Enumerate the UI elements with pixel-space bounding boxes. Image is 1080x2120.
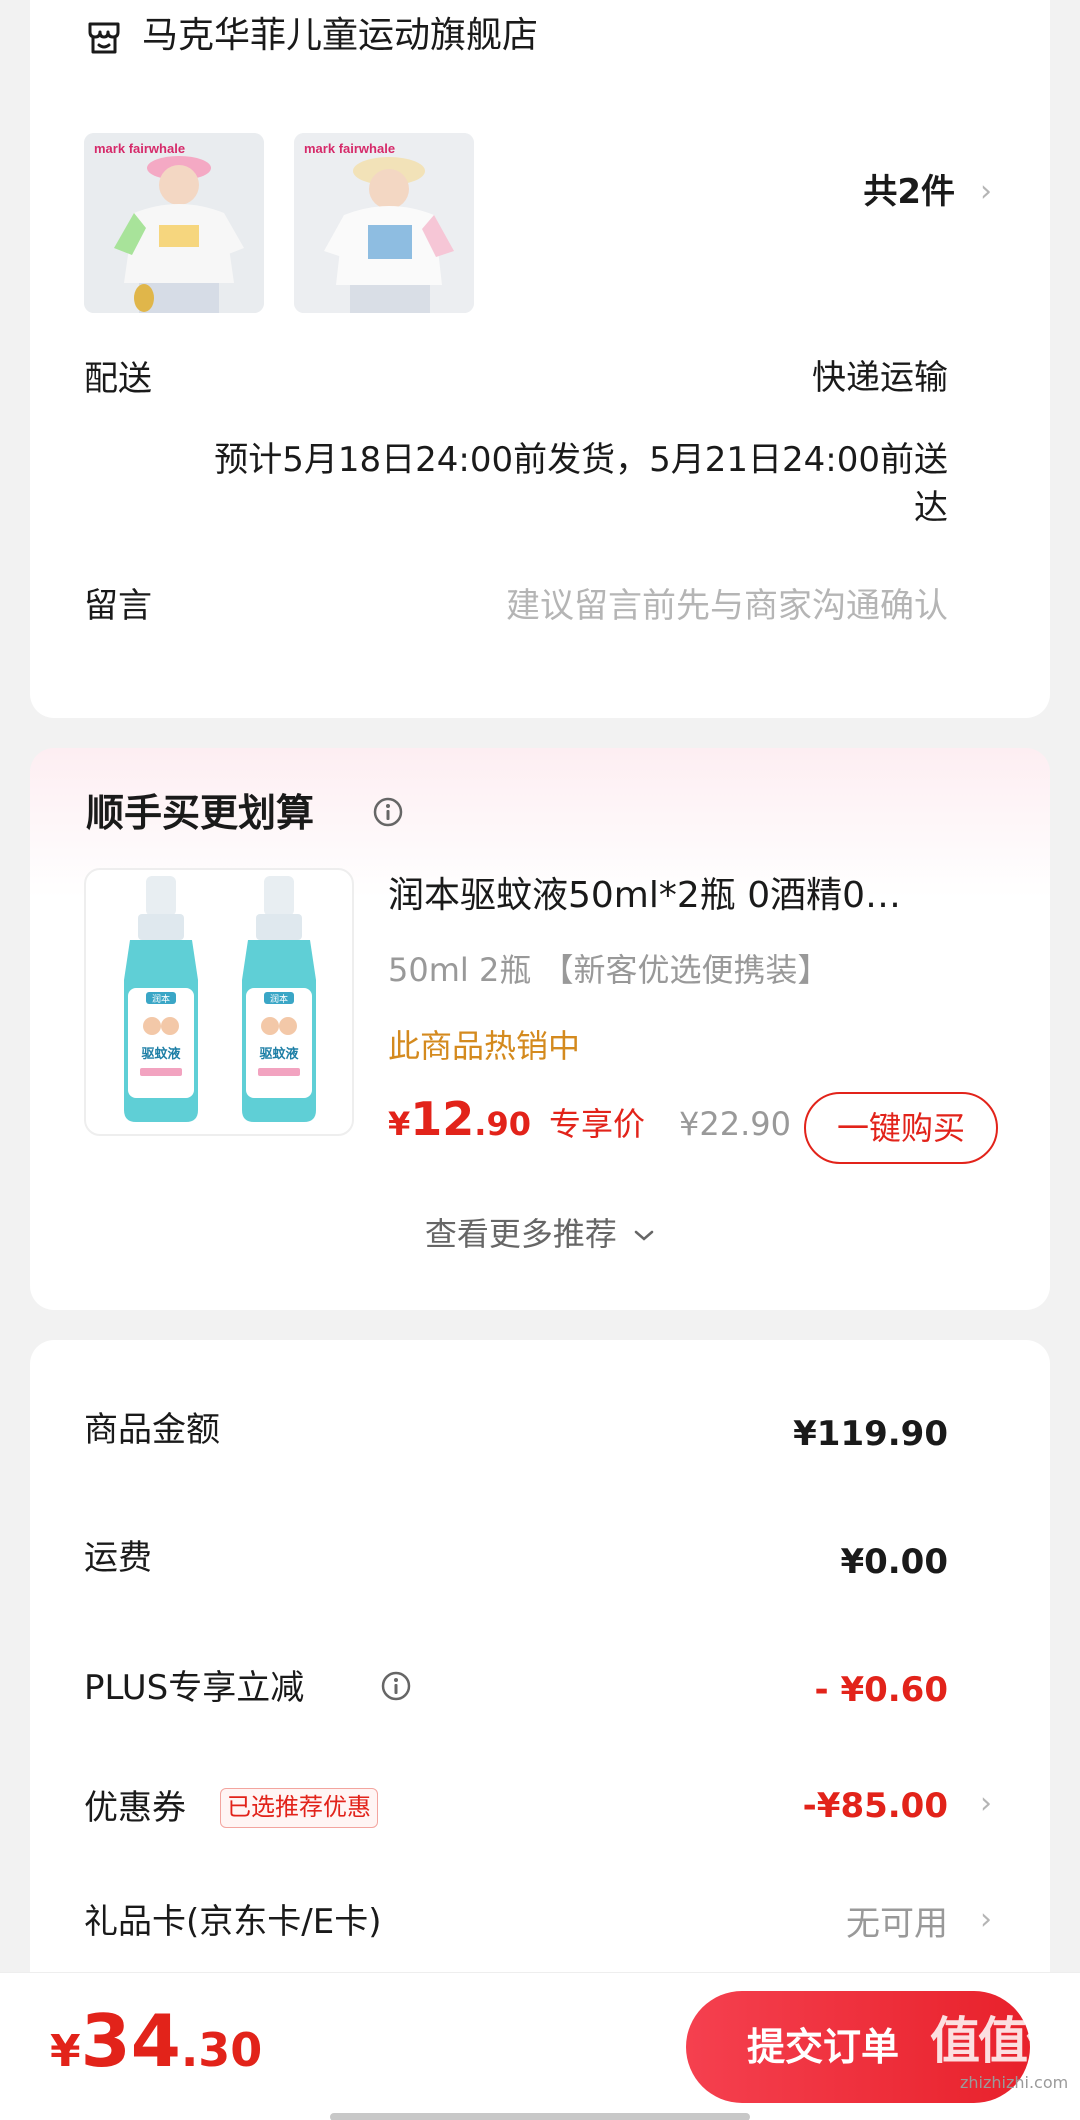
- checkout-bar: ¥ 34 .30 提交订单 值值值 zhizhizhi.com: [0, 1972, 1080, 2120]
- order-total: ¥ 34 .30: [50, 1999, 262, 2083]
- price-integer: 12: [410, 1092, 475, 1146]
- addon-hot-label: 此商品热销中: [388, 1027, 581, 1065]
- chevron-down-icon: [634, 1230, 654, 1241]
- thumb-brand-text: mark fairwhale: [94, 141, 185, 156]
- shop-icon: [88, 22, 120, 54]
- addon-card: 顺手买更划算 润本 驱蚊液 润本 驱蚊液 润本驱蚊液50ml*2瓶 0酒精0… …: [30, 748, 1050, 1310]
- addon-product-title[interactable]: 润本驱蚊液50ml*2瓶 0酒精0…: [388, 872, 988, 920]
- price-decimal: .90: [474, 1105, 531, 1143]
- goods-amount-value: ¥119.90: [793, 1414, 948, 1454]
- goods-amount-label: 商品金额: [84, 1410, 220, 1450]
- home-indicator[interactable]: [330, 2113, 750, 2120]
- coupon-value[interactable]: -¥85.00: [803, 1782, 948, 1830]
- more-recommendations-label: 查看更多推荐: [424, 1215, 617, 1253]
- product-photo-icon: mark fairwhale: [294, 133, 474, 313]
- chevron-right-icon[interactable]: ›: [980, 1896, 992, 1944]
- exclusive-price-tag: 专享价: [548, 1105, 645, 1143]
- plus-discount-label: PLUS专享立减: [84, 1668, 305, 1708]
- bottle-name-text: 驱蚊液: [141, 1046, 180, 1061]
- memo-label: 留言: [84, 586, 152, 626]
- product-thumbnail[interactable]: mark fairwhale: [84, 133, 264, 313]
- shop-name[interactable]: 马克华菲儿童运动旗舰店: [142, 14, 538, 58]
- bottle-brand-text: 润本: [270, 993, 288, 1004]
- item-count[interactable]: 共2件: [863, 170, 955, 214]
- plus-discount-value: - ¥0.60: [814, 1670, 949, 1710]
- chevron-right-icon[interactable]: ›: [980, 1780, 992, 1828]
- memo-input[interactable]: 建议留言前先与商家沟通确认: [506, 582, 948, 630]
- delivery-method[interactable]: 快递运输: [812, 354, 948, 402]
- total-currency: ¥: [50, 2026, 81, 2077]
- addon-price: ¥ 12 .90 专享价 ¥22.90: [388, 1092, 791, 1152]
- coupon-badge: 已选推荐优惠: [220, 1788, 378, 1828]
- info-icon[interactable]: [380, 1670, 412, 1702]
- shipping-value: ¥0.00: [840, 1542, 948, 1582]
- bottle-brand-text: 润本: [152, 993, 170, 1004]
- delivery-estimate: 预计5月18日24:00前发货，5月21日24:00前送达: [214, 440, 948, 528]
- addon-product-image[interactable]: 润本 驱蚊液 润本 驱蚊液: [84, 868, 354, 1136]
- order-shop-card: 马克华菲儿童运动旗舰店 mark fairwhale mark fairwhal…: [30, 0, 1050, 718]
- total-integer: 34: [80, 1999, 181, 2083]
- giftcard-label: 礼品卡(京东卡/E卡): [84, 1902, 382, 1942]
- addon-title: 顺手买更划算: [86, 791, 315, 835]
- watermark-logo: 值值值: [930, 2012, 1076, 2070]
- watermark-url: zhizhizhi.com: [960, 2073, 1069, 2092]
- repellent-bottles-icon: 润本 驱蚊液 润本 驱蚊液: [124, 876, 316, 1122]
- addon-product-spec: 50ml 2瓶 【新客优选便携装】: [388, 951, 830, 989]
- original-price: ¥22.90: [678, 1105, 791, 1143]
- delivery-label: 配送: [84, 359, 152, 399]
- giftcard-value[interactable]: 无可用: [846, 1900, 948, 1948]
- product-photo-icon: mark fairwhale: [84, 133, 264, 313]
- info-icon[interactable]: [372, 796, 404, 828]
- chevron-right-icon[interactable]: ›: [980, 170, 992, 214]
- more-recommendations-link[interactable]: 查看更多推荐: [30, 1212, 1050, 1256]
- thumb-brand-text: mark fairwhale: [304, 141, 395, 156]
- coupon-label: 优惠券: [84, 1788, 186, 1828]
- product-thumbnail[interactable]: mark fairwhale: [294, 133, 474, 313]
- bottle-name-text: 驱蚊液: [259, 1046, 298, 1061]
- total-decimal: .30: [180, 2023, 263, 2077]
- price-currency: ¥: [388, 1105, 411, 1143]
- one-click-buy-button[interactable]: 一键购买: [804, 1092, 998, 1164]
- shipping-label: 运费: [84, 1538, 152, 1578]
